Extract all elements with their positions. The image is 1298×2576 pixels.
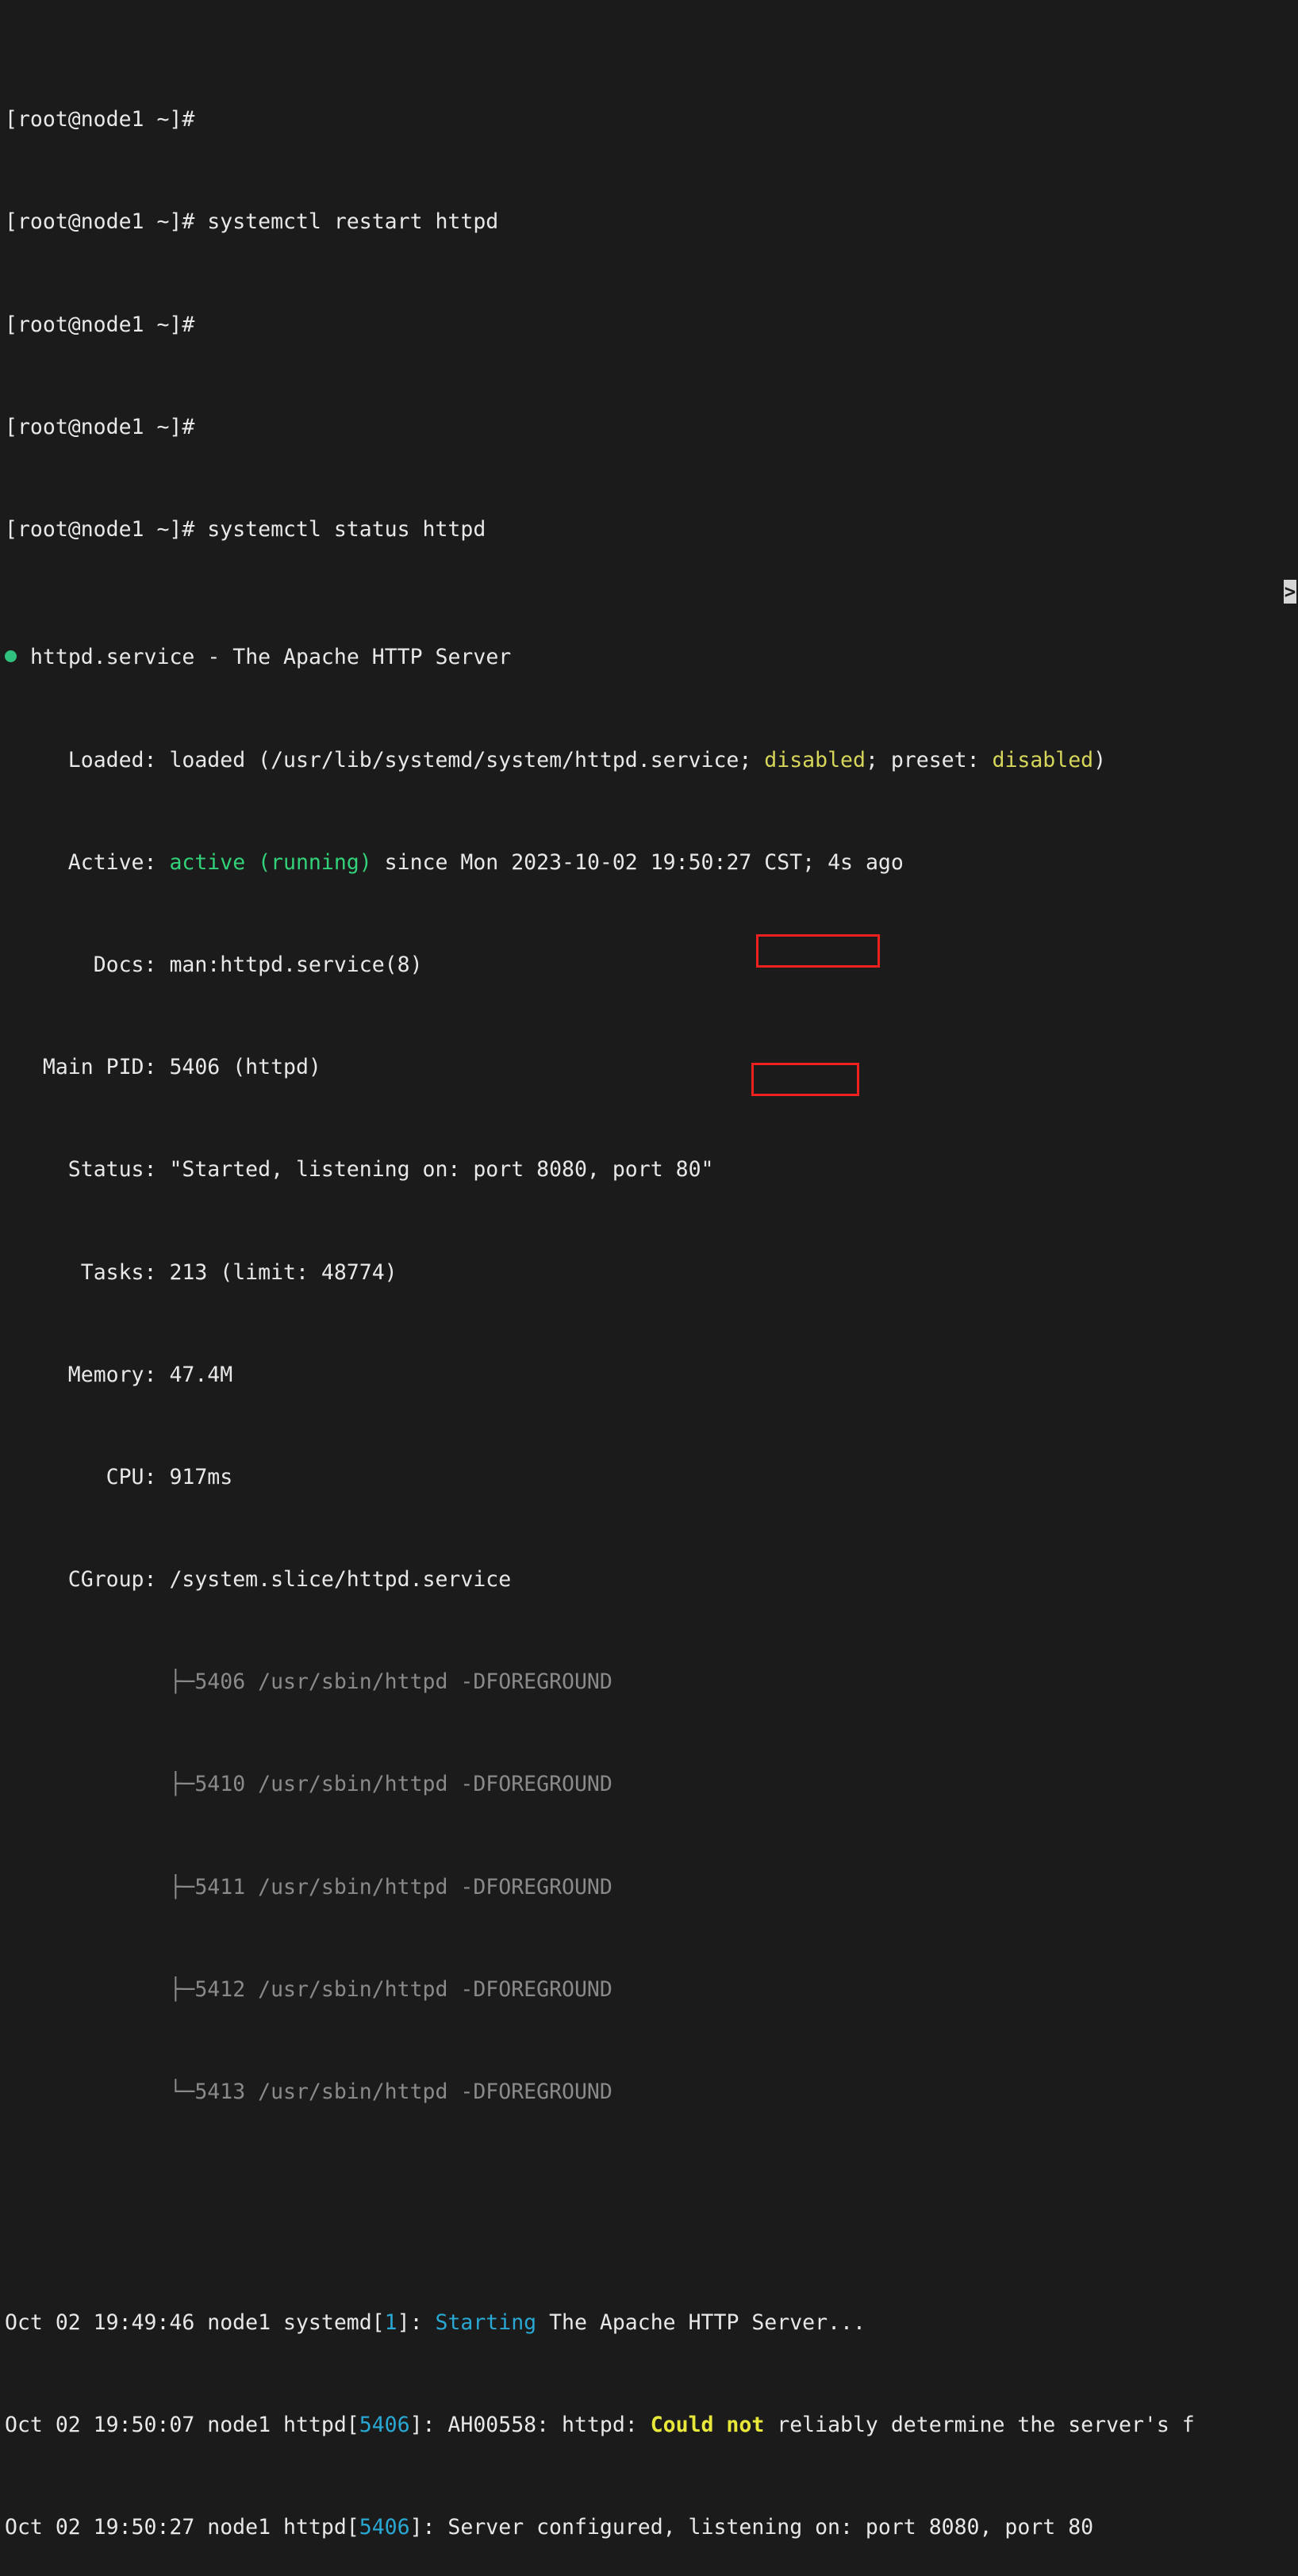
journal-pid: 1 (385, 2310, 397, 2335)
journal-prefix: Oct 02 19:49:46 node1 systemd[ (5, 2310, 385, 2335)
tasks-label: Tasks: (81, 1260, 157, 1285)
journal-line-starting: Oct 02 19:49:46 node1 systemd[1]: Starti… (5, 2310, 1298, 2336)
cgroup-proc-row: ├─5410 /usr/sbin/httpd -DFOREGROUND (5, 1772, 1298, 1797)
loaded-preset-value: disabled (992, 748, 1093, 772)
memory-value: 47.4M (169, 1363, 232, 1387)
cpu-line: CPU: 917ms (5, 1465, 1298, 1490)
tasks-line: Tasks: 213 (limit: 48774) (5, 1260, 1298, 1286)
cgroup-proc-row: ├─5412 /usr/sbin/httpd -DFOREGROUND (5, 1977, 1298, 2003)
service-active-dot-icon (5, 650, 17, 662)
status-line: Status: "Started, listening on: port 808… (5, 1157, 1298, 1183)
main-pid-label: Main PID: (43, 1055, 157, 1079)
loaded-path: loaded (/usr/lib/systemd/system/httpd.se… (169, 748, 764, 772)
loaded-suffix: ) (1093, 748, 1106, 772)
cgroup-proc-text: 5411 /usr/sbin/httpd -DFOREGROUND (194, 1875, 613, 1899)
tree-branch-icon: ├─ (169, 1977, 194, 2002)
journal-line-configured: Oct 02 19:50:27 node1 httpd[5406]: Serve… (5, 2515, 1298, 2540)
journal-sep: ]: AH00558: httpd: (410, 2413, 651, 2437)
cgroup-label: CGroup: (68, 1567, 157, 1592)
journal-prefix: Oct 02 19:50:27 node1 httpd[ (5, 2515, 359, 2540)
status-label: Status: (68, 1157, 157, 1182)
active-state: active (running) (169, 850, 371, 875)
prompt-line-1: [root@node1 ~]# (5, 107, 1298, 132)
cgroup-line: CGroup: /system.slice/httpd.service (5, 1567, 1298, 1593)
prompt-label: [root@node1 ~]# (5, 415, 194, 439)
cgroup-proc-text: 5410 /usr/sbin/httpd -DFOREGROUND (194, 1772, 613, 1796)
memory-line: Memory: 47.4M (5, 1363, 1298, 1388)
cgroup-proc-row: └─5413 /usr/sbin/httpd -DFOREGROUND (5, 2080, 1298, 2105)
journal-message: ]: Server configured, listening on: port… (410, 2515, 1094, 2540)
journal-message: The Apache HTTP Server... (536, 2310, 866, 2335)
prompt-label: [root@node1 ~]# (5, 107, 194, 132)
prompt-line-2: [root@node1 ~]# (5, 312, 1298, 338)
journal-highlight: Starting (435, 2310, 536, 2335)
line-overflow-marker-icon[interactable]: > (1284, 580, 1296, 604)
cgroup-value: /system.slice/httpd.service (169, 1567, 511, 1592)
tree-branch-icon: └─ (169, 2080, 194, 2104)
loaded-line: Loaded: loaded (/usr/lib/systemd/system/… (5, 748, 1298, 773)
cgroup-proc-row: ├─5411 /usr/sbin/httpd -DFOREGROUND (5, 1875, 1298, 1900)
journal-pid: 5406 (359, 2413, 410, 2437)
unit-header-line: httpd.service - The Apache HTTP Server (5, 645, 1298, 670)
loaded-preset-label: ; preset: (866, 748, 993, 772)
tasks-value: 213 (limit: 48774) (169, 1260, 397, 1285)
docs-label: Docs: (94, 953, 157, 977)
prompt-label: [root@node1 ~]# (5, 517, 194, 542)
cgroup-proc-text: 5413 /usr/sbin/httpd -DFOREGROUND (194, 2080, 613, 2104)
status-value: "Started, listening on: port 8080, port … (169, 1157, 713, 1182)
prompt-line-status: [root@node1 ~]# systemctl status httpd (5, 517, 1298, 542)
journal-pid: 5406 (359, 2515, 410, 2540)
tree-branch-icon: ├─ (169, 1772, 194, 1796)
main-pid-line: Main PID: 5406 (httpd) (5, 1055, 1298, 1080)
journal-line-ah00558: Oct 02 19:50:07 node1 httpd[5406]: AH005… (5, 2413, 1298, 2438)
cgroup-proc-text: 5406 /usr/sbin/httpd -DFOREGROUND (194, 1669, 613, 1694)
command-restart-httpd: systemctl restart httpd (207, 209, 498, 234)
cgroup-proc-text: 5412 /usr/sbin/httpd -DFOREGROUND (194, 1977, 613, 2002)
journal-sep: ]: (397, 2310, 436, 2335)
cgroup-proc-row: ├─5406 /usr/sbin/httpd -DFOREGROUND (5, 1669, 1298, 1695)
prompt-line-3: [root@node1 ~]# (5, 415, 1298, 440)
loaded-label: Loaded: (68, 748, 157, 772)
active-label: Active: (68, 850, 157, 875)
tree-branch-icon: ├─ (169, 1875, 194, 1899)
terminal-window[interactable]: [root@node1 ~]# [root@node1 ~]# systemct… (0, 0, 1298, 1288)
cpu-label: CPU: (106, 1465, 157, 1489)
blank-line (5, 2182, 1298, 2207)
active-line: Active: active (running) since Mon 2023-… (5, 850, 1298, 876)
journal-message: reliably determine the server's f (764, 2413, 1194, 2437)
active-since: since Mon 2023-10-02 19:50:27 CST; 4s ag… (372, 850, 904, 875)
prompt-label: [root@node1 ~]# (5, 209, 194, 234)
command-status-httpd: systemctl status httpd (207, 517, 486, 542)
cpu-value: 917ms (169, 1465, 232, 1489)
main-pid-value: 5406 (httpd) (169, 1055, 321, 1079)
journal-highlight: Could not (651, 2413, 765, 2437)
unit-title: httpd.service - The Apache HTTP Server (30, 645, 511, 669)
loaded-state: disabled (764, 748, 866, 772)
memory-label: Memory: (68, 1363, 157, 1387)
tree-branch-icon: ├─ (169, 1669, 194, 1694)
journal-prefix: Oct 02 19:50:07 node1 httpd[ (5, 2413, 359, 2437)
docs-line: Docs: man:httpd.service(8) (5, 953, 1298, 978)
prompt-label: [root@node1 ~]# (5, 312, 194, 337)
prompt-line-restart: [root@node1 ~]# systemctl restart httpd (5, 209, 1298, 235)
docs-value: man:httpd.service(8) (169, 953, 422, 977)
